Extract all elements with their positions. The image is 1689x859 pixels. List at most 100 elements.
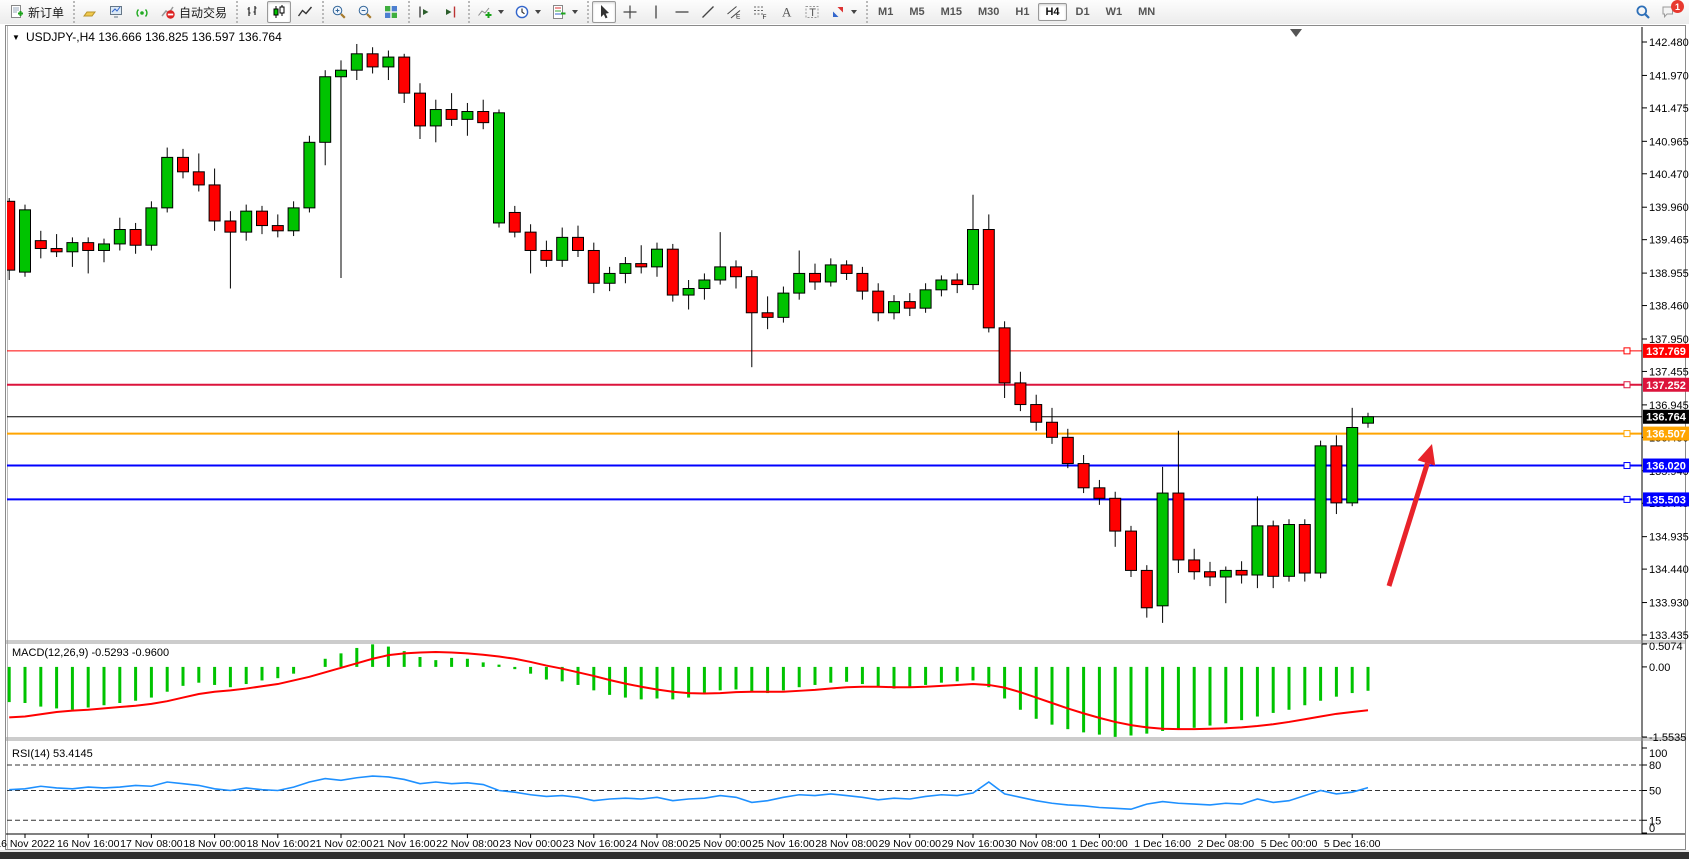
timeframe-m5-button[interactable]: M5 [902,3,931,21]
candle [146,208,157,245]
rsi-axis-label: 0 [1649,823,1655,835]
chart-template-button[interactable] [547,1,582,23]
toolbar-group [468,1,585,23]
price-line-tag: 135.503 [1646,494,1686,506]
price-tick-label: 141.475 [1649,103,1689,115]
bid-price-tag: 136.764 [1646,412,1687,424]
candle [857,273,868,291]
candle [35,241,46,249]
candle [1236,570,1247,575]
chevron-down-icon[interactable] [498,10,504,14]
time-tick-label: 23 Nov 16:00 [563,838,626,850]
candle [557,237,568,260]
trendline-tool-icon [700,4,716,20]
candle [114,230,125,244]
timeframe-m15-button[interactable]: M15 [934,3,969,21]
line-handle[interactable] [1624,463,1630,469]
candle [746,277,757,313]
candlestick-mode-button[interactable] [267,1,291,23]
vertical-line-tool-button[interactable] [644,1,668,23]
candle [952,280,963,285]
timeframe-w1-button[interactable]: W1 [1099,3,1130,21]
candle [1031,405,1042,423]
publish-chart-button[interactable] [78,1,102,23]
cursor-tool-button[interactable] [592,1,616,23]
add-indicator-button[interactable] [473,1,508,23]
zoom-in-button[interactable] [327,1,351,23]
svg-text:T: T [809,7,816,19]
text-tool-button[interactable]: A [774,1,798,23]
crosshair-tool-button[interactable] [618,1,642,23]
candle [936,280,947,290]
auto-scroll-button[interactable] [413,1,437,23]
search-button[interactable] [1631,1,1655,23]
line-chart-mode-button[interactable] [293,1,317,23]
candle [731,267,742,277]
time-tick-label: 21 Nov 16:00 [373,838,436,850]
timeframe-m1-button[interactable]: M1 [871,3,900,21]
new-order-button[interactable]: 新订单 [5,1,68,23]
notifications-button[interactable]: 1 [1657,1,1681,23]
text-label-tool-button[interactable]: T [800,1,824,23]
time-tick-label: 25 Nov 00:00 [689,838,752,850]
price-line-tag: 137.769 [1646,346,1686,358]
candle [1315,446,1326,573]
chart-shift-button[interactable] [439,1,463,23]
signals-icon [134,4,150,20]
candle [968,230,979,285]
price-tick-label: 133.930 [1649,598,1689,610]
price-tick-label: 140.965 [1649,136,1689,148]
candle [1220,570,1231,577]
add-indicator-icon [477,4,493,20]
line-handle[interactable] [1624,431,1630,437]
line-handle[interactable] [1624,382,1630,388]
price-tick-label: 142.480 [1649,37,1689,49]
candle [525,232,536,250]
timeframe-m30-button[interactable]: M30 [971,3,1006,21]
symbol-dropdown-icon[interactable]: ▼ [12,33,20,42]
auto-trading-button[interactable]: 自动交易 [156,1,231,23]
horizontal-line-tool-button[interactable] [670,1,694,23]
toolbar-group: EFAT [587,1,864,23]
trendline-tool-button[interactable] [696,1,720,23]
candle [1299,525,1310,574]
chevron-down-icon[interactable] [572,10,578,14]
candle [794,273,805,293]
timeframe-d1-button[interactable]: D1 [1069,3,1097,21]
timeframe-h1-button[interactable]: H1 [1008,3,1036,21]
candle [304,142,315,208]
period-icon [514,4,530,20]
line-handle[interactable] [1624,348,1630,354]
signals-button[interactable] [130,1,154,23]
equidistant-channel-tool-button[interactable]: E [722,1,746,23]
candlestick-mode-icon [271,4,287,20]
chevron-down-icon[interactable] [535,10,541,14]
price-chart-canvas[interactable]: ▼USDJPY-,H4 136.666 136.825 136.597 136.… [0,24,1689,859]
chevron-down-icon[interactable] [851,10,857,14]
svg-text:E: E [736,14,741,21]
zoom-out-icon [357,4,373,20]
fibonacci-tool-button[interactable]: F [748,1,772,23]
candle [178,157,189,171]
rsi-axis-label: 50 [1649,786,1661,798]
community-button[interactable] [104,1,128,23]
timeframe-mn-button[interactable]: MN [1131,3,1162,21]
chart-frame [6,26,1686,850]
candle [573,237,584,250]
candle [288,208,299,231]
timeframe-toolbar: M1M5M15M30H1H4D1W1MN [866,1,1165,23]
timeframe-h4-button[interactable]: H4 [1038,3,1066,21]
bar-chart-mode-button[interactable] [241,1,265,23]
arrows-tool-button[interactable] [826,1,861,23]
candle [636,264,647,267]
tile-windows-button[interactable] [379,1,403,23]
macd-label: MACD(12,26,9) -0.5293 -0.9600 [12,647,169,659]
candle [209,185,220,221]
candle [1284,525,1295,577]
line-handle[interactable] [1624,496,1630,502]
candle [1331,446,1342,503]
time-tick-label: 5 Dec 16:00 [1324,838,1381,850]
period-button[interactable] [510,1,545,23]
zoom-out-button[interactable] [353,1,377,23]
price-tick-label: 138.460 [1649,301,1689,313]
